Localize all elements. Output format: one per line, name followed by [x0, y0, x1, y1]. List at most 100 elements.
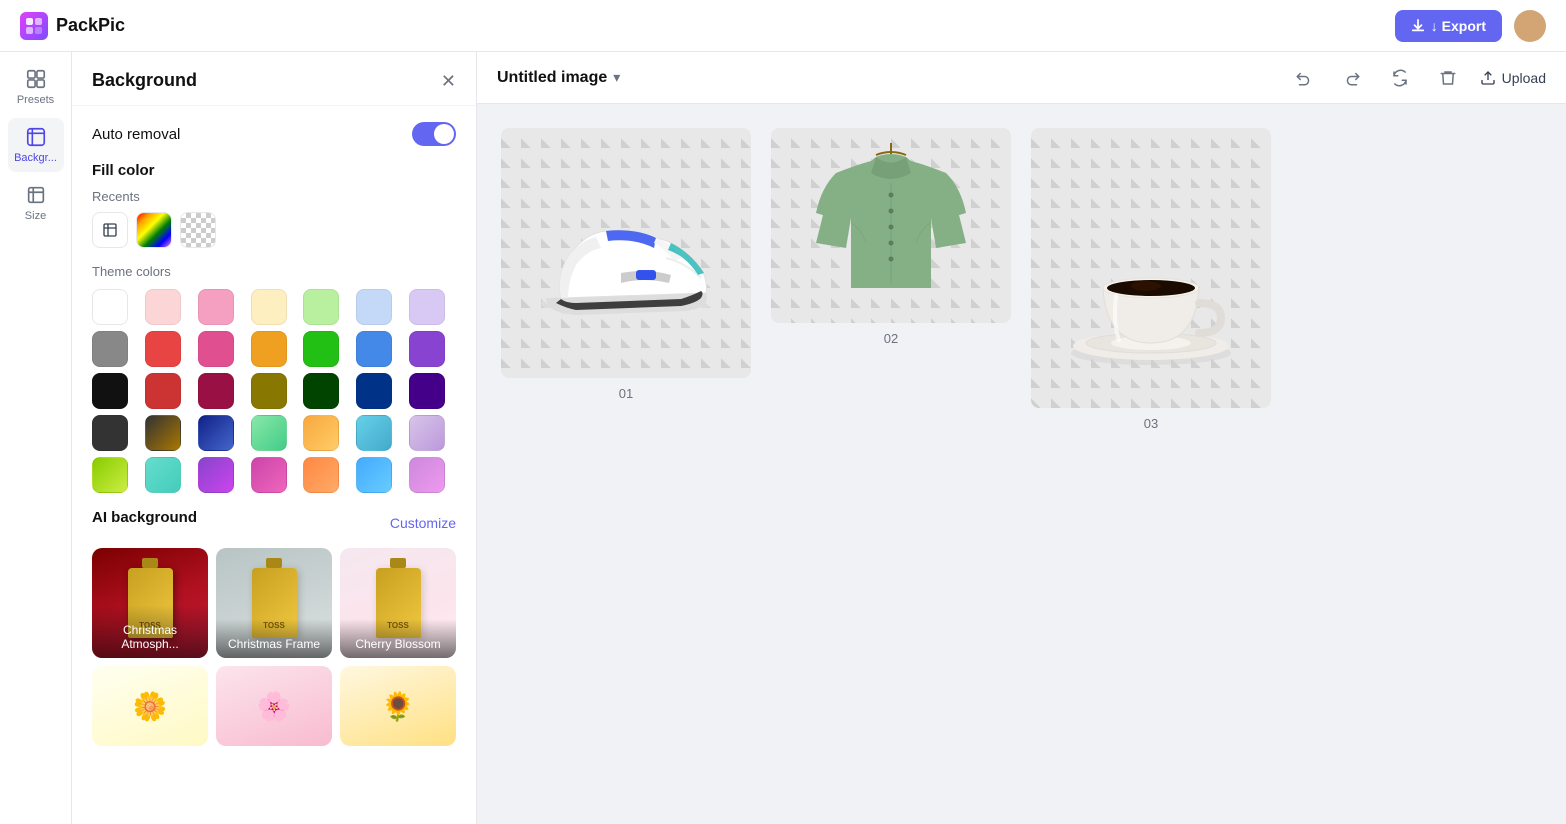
auto-removal-toggle[interactable] — [412, 122, 456, 146]
color-swatch-sky[interactable] — [356, 415, 392, 451]
color-swatch-red-dark[interactable] — [145, 373, 181, 409]
delete-button[interactable] — [1432, 62, 1464, 94]
sidebar-item-presets[interactable]: Presets — [8, 60, 64, 114]
sidebar-item-size[interactable]: Size — [8, 176, 64, 230]
color-swatch-coral-grad[interactable] — [303, 457, 339, 493]
theme-colors-label: Theme colors — [92, 264, 456, 279]
color-swatch-cyan-grad[interactable] — [356, 457, 392, 493]
toolbar-icons: Upload — [1288, 62, 1546, 94]
shirt-image — [796, 143, 986, 308]
color-swatch-lime-grad[interactable] — [92, 457, 128, 493]
topbar-right: ↓ Export — [1395, 10, 1546, 42]
sidebar-label-background: Backgr... — [14, 152, 57, 164]
app-name: PackPic — [56, 15, 125, 36]
color-swatch-gray[interactable] — [92, 331, 128, 367]
upload-button[interactable]: Upload — [1480, 70, 1546, 86]
ai-card-cherry-label: Cherry Blossom — [340, 619, 456, 658]
ai-card-xmas-atm-label: Christmas Atmosph... — [92, 605, 208, 658]
redo-button[interactable] — [1336, 62, 1368, 94]
fill-color-label: Fill color — [92, 162, 456, 179]
canvas-title-row: Untitled image ▾ — [497, 69, 620, 87]
color-swatch-violet-grad[interactable] — [198, 457, 234, 493]
color-swatch-yellow-light[interactable] — [251, 289, 287, 325]
color-swatch-mint[interactable] — [251, 415, 287, 451]
color-swatch-purple-light[interactable] — [409, 289, 445, 325]
recents-label: Recents — [92, 189, 456, 204]
color-swatch-green-light[interactable] — [303, 289, 339, 325]
recents-row — [92, 212, 456, 248]
image-card-01: 01 — [501, 128, 751, 431]
logo-icon — [20, 12, 48, 40]
customize-link[interactable]: Customize — [390, 515, 456, 531]
color-swatch-dark-green[interactable] — [303, 373, 339, 409]
panel-close-button[interactable]: ✕ — [441, 72, 456, 90]
panel-header: Background ✕ — [72, 52, 476, 106]
color-swatch-green-med[interactable] — [303, 331, 339, 367]
upload-label: Upload — [1502, 70, 1546, 86]
eyedropper-button[interactable] — [92, 212, 128, 248]
canvas-title-dropdown[interactable]: ▾ — [613, 69, 620, 86]
color-swatch-olive[interactable] — [251, 373, 287, 409]
rainbow-swatch[interactable] — [136, 212, 172, 248]
transparent-swatch[interactable] — [180, 212, 216, 248]
sidebar-item-background[interactable]: Backgr... — [8, 118, 64, 172]
shoe-image — [526, 153, 726, 353]
color-swatch-orange[interactable] — [251, 331, 287, 367]
color-swatch-deep-blue[interactable] — [198, 415, 234, 451]
color-swatch-teal-grad[interactable] — [145, 457, 181, 493]
panel-title: Background — [92, 70, 197, 91]
panel-body: Auto removal Fill color Recents Theme co… — [72, 106, 476, 762]
color-swatch-purple-med[interactable] — [409, 331, 445, 367]
ai-card-xmas-atm[interactable]: TOSS Christmas Atmosph... — [92, 548, 208, 658]
color-swatch-peach[interactable] — [303, 415, 339, 451]
color-swatch-blue-med[interactable] — [356, 331, 392, 367]
ai-card-flowers-1[interactable]: 🌼 — [92, 666, 208, 746]
canvas-content: 01 — [477, 104, 1566, 824]
color-swatch-pink-light[interactable] — [145, 289, 181, 325]
color-swatch-blue-light[interactable] — [356, 289, 392, 325]
ai-section-header: AI background Customize — [92, 509, 456, 536]
color-swatch-fuchsia-grad[interactable] — [251, 457, 287, 493]
image-label-02: 02 — [884, 331, 898, 346]
color-swatch-pink-med[interactable] — [198, 289, 234, 325]
size-icon — [25, 184, 47, 206]
theme-color-grid — [92, 289, 456, 493]
presets-icon — [25, 68, 47, 90]
ai-background-label: AI background — [92, 509, 197, 526]
color-swatch-black[interactable] — [92, 373, 128, 409]
image-card-03: 03 — [1031, 128, 1271, 431]
color-swatch-white[interactable] — [92, 289, 128, 325]
sidebar-label-presets: Presets — [17, 94, 54, 106]
icon-sidebar: Presets Backgr... Size — [0, 52, 72, 824]
coffee-image — [1051, 158, 1251, 378]
image-card-02: 02 — [771, 128, 1011, 431]
ai-card-flowers-3[interactable]: 🌻 — [340, 666, 456, 746]
ai-card-flowers-2[interactable]: 🌸 — [216, 666, 332, 746]
image-frame-01[interactable] — [501, 128, 751, 378]
image-frame-02[interactable] — [771, 128, 1011, 323]
image-frame-03[interactable] — [1031, 128, 1271, 408]
color-swatch-crimson[interactable] — [198, 373, 234, 409]
color-swatch-dark-gray[interactable] — [92, 415, 128, 451]
refresh-button[interactable] — [1384, 62, 1416, 94]
color-swatch-navy[interactable] — [356, 373, 392, 409]
undo-button[interactable] — [1288, 62, 1320, 94]
export-button[interactable]: ↓ Export — [1395, 10, 1502, 42]
color-swatch-pink-grad[interactable] — [409, 457, 445, 493]
color-swatch-gold[interactable] — [145, 415, 181, 451]
color-swatch-lavender[interactable] — [409, 415, 445, 451]
main-layout: Presets Backgr... Size Background ✕ Aut — [0, 52, 1566, 824]
color-swatch-hot-pink[interactable] — [198, 331, 234, 367]
user-avatar[interactable] — [1514, 10, 1546, 42]
ai-card-xmas-frame[interactable]: TOSS Christmas Frame — [216, 548, 332, 658]
color-swatch-red-med[interactable] — [145, 331, 181, 367]
ai-cards-grid: TOSS Christmas Atmosph... TOSS Christmas… — [92, 548, 456, 658]
color-swatch-dark-purple[interactable] — [409, 373, 445, 409]
ai-card-cherry[interactable]: TOSS Cherry Blossom — [340, 548, 456, 658]
ai-cards-grid-row2: 🌼 🌸 🌻 — [92, 666, 456, 746]
canvas-area: Untitled image ▾ — [477, 52, 1566, 824]
topbar: PackPic ↓ Export — [0, 0, 1566, 52]
sidebar-label-size: Size — [25, 210, 46, 222]
app-logo: PackPic — [20, 12, 125, 40]
background-icon — [25, 126, 47, 148]
